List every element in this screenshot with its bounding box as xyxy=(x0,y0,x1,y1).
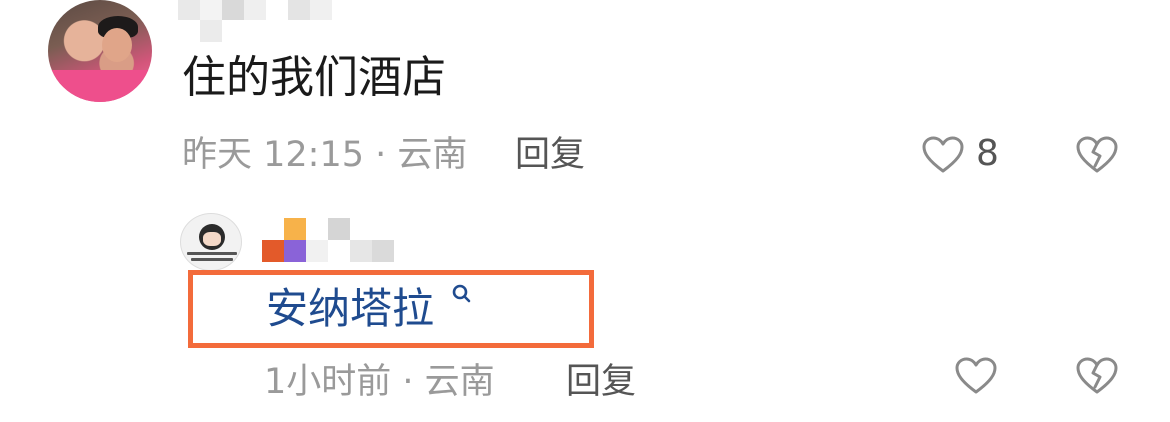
broken-heart-icon[interactable] xyxy=(1076,136,1118,174)
broken-heart-icon[interactable] xyxy=(1076,357,1118,395)
comment-text: 住的我们酒店 xyxy=(182,52,446,103)
avatar-drawing-detail xyxy=(203,232,221,246)
search-icon[interactable] xyxy=(452,283,472,309)
heart-icon[interactable] xyxy=(922,136,964,174)
avatar-comment-1[interactable] xyxy=(48,0,152,102)
username-blurred-2[interactable] xyxy=(262,216,402,264)
avatar-comment-2[interactable] xyxy=(180,213,242,271)
comment-meta: 昨天 12:15 · 云南 xyxy=(182,135,468,175)
avatar-photo-detail xyxy=(102,28,132,62)
avatar-drawing-detail xyxy=(187,252,237,255)
avatar-photo-detail xyxy=(48,70,152,102)
avatar-drawing-detail xyxy=(191,258,233,261)
like-count: 8 xyxy=(976,133,999,174)
keyword-search-link[interactable]: 安纳塔拉 xyxy=(266,282,434,336)
reply-button[interactable]: 回复 xyxy=(515,133,585,177)
heart-icon[interactable] xyxy=(955,357,997,395)
comment-meta: 1小时前 · 云南 xyxy=(264,362,495,402)
reply-button[interactable]: 回复 xyxy=(566,360,636,404)
username-blurred-1[interactable] xyxy=(178,0,338,44)
